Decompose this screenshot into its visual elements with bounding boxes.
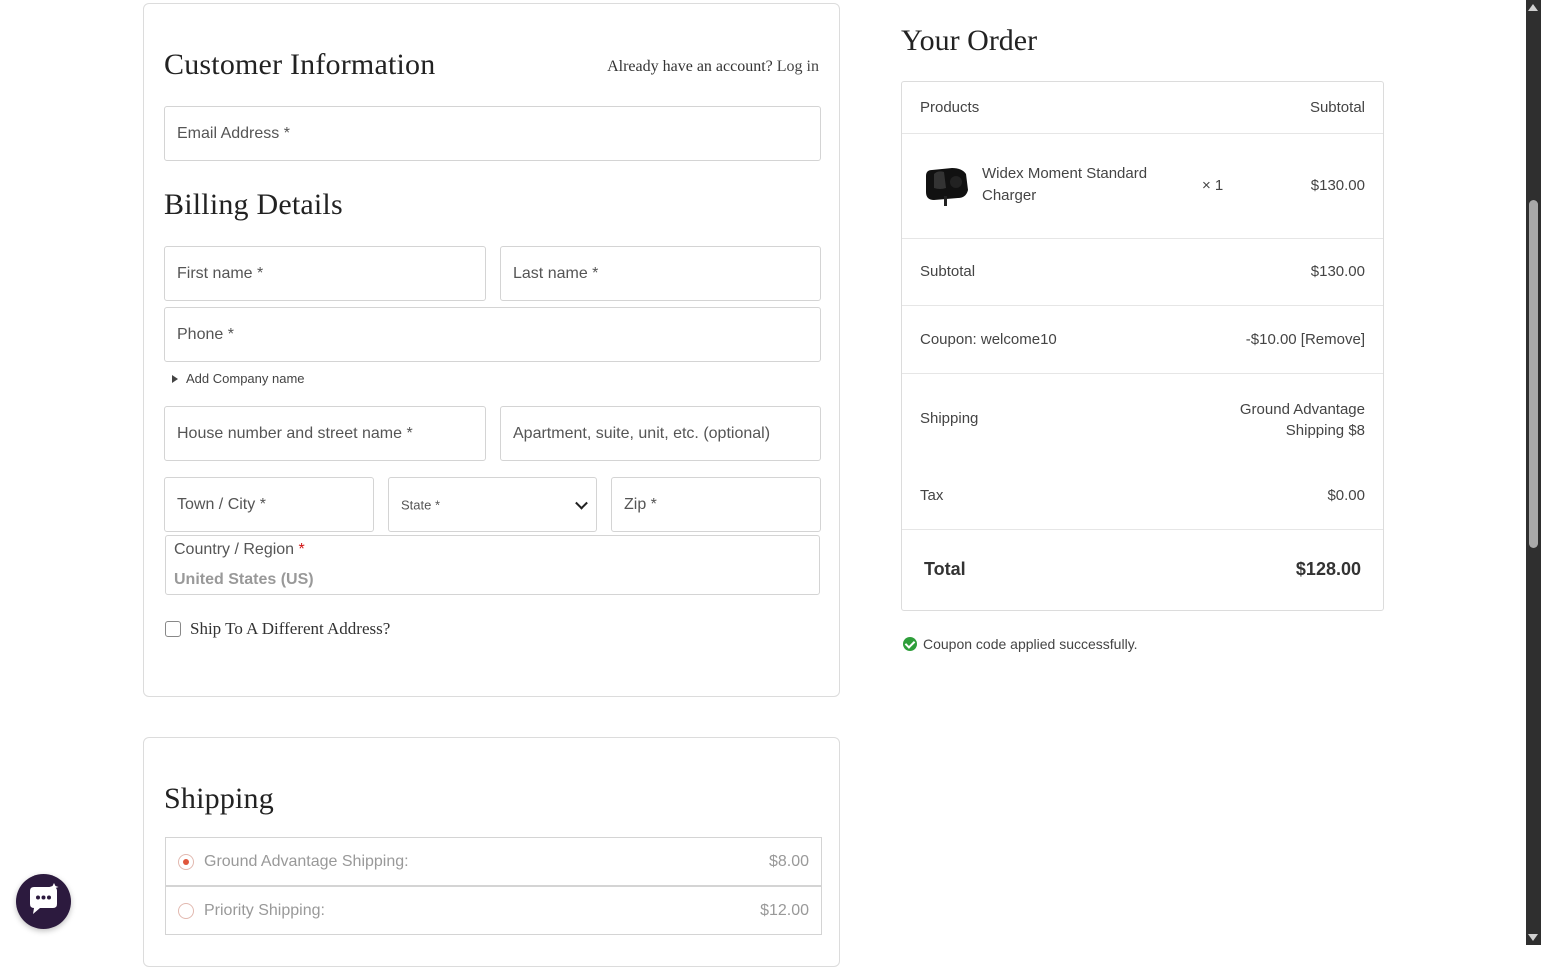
shipping-label: Shipping — [920, 410, 979, 427]
add-company-toggle[interactable]: Add Company name — [172, 371, 305, 386]
total-value: $128.00 — [1295, 559, 1361, 579]
total-row: Total $128.00 — [902, 530, 1383, 610]
product-qty: × 1 — [1202, 177, 1224, 194]
priority-label: Priority Shipping: — [204, 901, 325, 919]
country-value: United States (US) — [174, 571, 314, 588]
shipping-value-line2: Shipping $8 — [1285, 422, 1365, 439]
phone-placeholder: Phone * — [177, 325, 234, 343]
tax-value: $0.00 — [1327, 487, 1365, 504]
caret-right-icon — [172, 374, 178, 383]
subtotal-row: Subtotal $130.00 — [902, 239, 1383, 306]
order-product-row: Widex Moment Standard Charger × 1 $130.0… — [902, 134, 1383, 239]
ground-price: $8.00 — [768, 852, 809, 870]
required-marker: * — [298, 541, 305, 558]
col-products: Products — [920, 99, 980, 116]
street-field[interactable]: House number and street name * — [164, 406, 486, 461]
add-company-label: Add Company name — [186, 371, 305, 386]
account-prompt-text: Already have an account? — [607, 58, 773, 75]
scroll-up-arrow-icon[interactable] — [1528, 4, 1538, 11]
ship-different-label: Ship To A Different Address? — [190, 619, 391, 638]
ship-different-checkbox[interactable] — [165, 621, 181, 637]
shipping-title: Shipping — [164, 782, 274, 815]
shipping-option-priority[interactable]: Priority Shipping: $12.00 — [165, 886, 822, 935]
ship-different-option[interactable]: Ship To A Different Address? — [165, 619, 390, 639]
customer-billing-card: Customer Information Already have an acc… — [143, 3, 840, 697]
zip-field[interactable]: Zip * — [611, 477, 821, 532]
last-name-placeholder: Last name * — [513, 264, 599, 282]
street-placeholder: House number and street name * — [177, 424, 413, 442]
last-name-field[interactable]: Last name * — [500, 246, 821, 301]
check-circle-icon — [903, 637, 917, 651]
shipping-card: Shipping Ground Advantage Shipping: $8.0… — [143, 737, 840, 967]
city-field[interactable]: Town / City * — [164, 477, 374, 532]
total-label: Total — [924, 559, 966, 579]
tax-label: Tax — [920, 487, 944, 504]
chat-button[interactable] — [16, 874, 71, 929]
priority-price: $12.00 — [760, 901, 809, 919]
email-field[interactable]: Email Address * — [164, 106, 821, 161]
phone-field[interactable]: Phone * — [164, 307, 821, 362]
product-thumbnail — [926, 168, 968, 206]
subtotal-value: $130.00 — [1310, 263, 1365, 280]
email-placeholder: Email Address * — [177, 124, 290, 142]
first-name-placeholder: First name * — [177, 264, 264, 282]
ground-label: Ground Advantage Shipping: — [204, 852, 409, 870]
coupon-label: Coupon: welcome10 — [920, 331, 1057, 348]
chat-icon — [30, 883, 59, 914]
country-field[interactable]: Country / Region * United States (US) — [165, 535, 820, 595]
shipping-option-ground[interactable]: Ground Advantage Shipping: $8.00 — [165, 837, 822, 886]
your-order-title: Your Order — [901, 24, 1038, 57]
subtotal-label: Subtotal — [920, 263, 976, 280]
col-subtotal: Subtotal — [1309, 99, 1365, 116]
country-label-text: Country / Region — [174, 541, 295, 558]
coupon-success-text: Coupon code applied successfully. — [923, 636, 1138, 652]
scrollbar-thumb[interactable] — [1529, 200, 1538, 548]
page-scrollbar[interactable] — [1526, 0, 1541, 945]
shipping-value: Ground Advantage Shipping $8 — [1240, 399, 1365, 441]
city-placeholder: Town / City * — [177, 495, 266, 513]
chevron-down-icon — [575, 496, 588, 510]
coupon-value[interactable]: -$10.00 [Remove] — [1246, 331, 1365, 348]
apartment-field[interactable]: Apartment, suite, unit, etc. (optional) — [500, 406, 821, 461]
account-prompt: Already have an account? Log in — [607, 58, 819, 76]
state-select[interactable]: State * — [388, 477, 597, 532]
apartment-placeholder: Apartment, suite, unit, etc. (optional) — [513, 424, 771, 442]
product-price: $130.00 — [1310, 177, 1365, 194]
zip-placeholder: Zip * — [624, 495, 657, 513]
state-placeholder: State * — [401, 497, 441, 512]
coupon-success-notice: Coupon code applied successfully. — [903, 636, 1138, 652]
priority-radio[interactable] — [178, 902, 194, 919]
order-header-row: Products Subtotal — [902, 82, 1383, 134]
first-name-field[interactable]: First name * — [164, 246, 486, 301]
coupon-row: Coupon: welcome10 -$10.00 [Remove] — [902, 306, 1383, 374]
shipping-tax-row: Shipping Ground Advantage Shipping $8 Ta… — [902, 374, 1383, 530]
country-label: Country / Region * — [174, 541, 305, 559]
shipping-value-line1: Ground Advantage — [1239, 401, 1365, 418]
product-name: Widex Moment Standard Charger — [982, 165, 1148, 204]
order-summary: Products Subtotal Widex Moment Standard … — [901, 81, 1384, 611]
customer-info-title: Customer Information — [164, 48, 436, 81]
scroll-down-arrow-icon[interactable] — [1528, 934, 1538, 941]
login-link[interactable]: Log in — [777, 58, 819, 75]
billing-details-title: Billing Details — [164, 188, 343, 221]
ground-radio[interactable] — [178, 853, 194, 870]
